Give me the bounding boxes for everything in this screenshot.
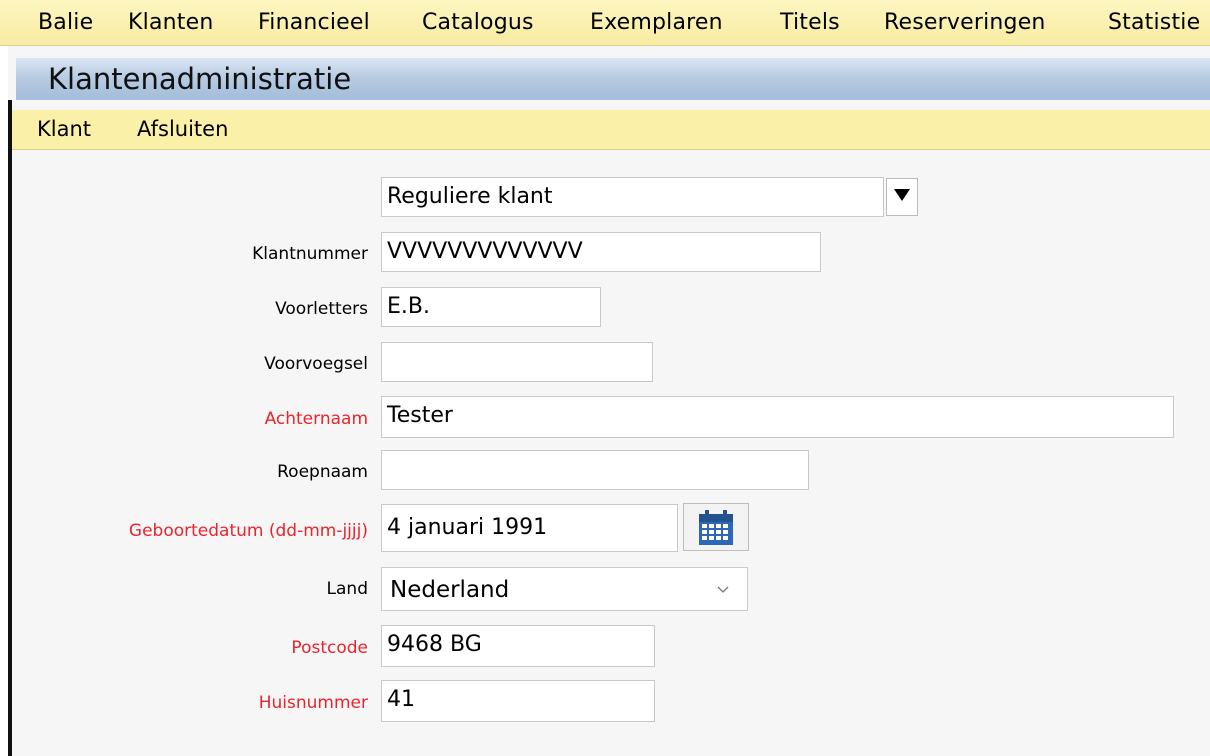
achternaam-label: Achternaam xyxy=(264,409,368,429)
huisnummer-label: Huisnummer xyxy=(258,693,368,713)
klant-type-dropdown-button[interactable] xyxy=(886,178,918,216)
calendar-icon xyxy=(699,510,733,545)
postcode-field[interactable]: 9468 BG xyxy=(381,625,655,667)
menu-item-titels[interactable]: Titels xyxy=(780,9,840,37)
sub-menu-bar: Klant Afsluiten xyxy=(12,110,1210,150)
voorletters-field[interactable]: E.B. xyxy=(381,287,601,327)
window-left-margin xyxy=(0,46,8,756)
menu-item-catalogus[interactable]: Catalogus xyxy=(422,9,534,37)
menu-item-klanten[interactable]: Klanten xyxy=(128,9,213,37)
roepnaam-field[interactable] xyxy=(381,450,809,490)
klant-type-select[interactable]: Reguliere klant xyxy=(381,177,884,217)
land-select-value: Nederland xyxy=(390,577,510,603)
klantnummer-field[interactable]: VVVVVVVVVVVVV xyxy=(381,232,821,272)
submenu-item-klant[interactable]: Klant xyxy=(37,115,91,143)
klantnummer-label: Klantnummer xyxy=(252,244,368,264)
menu-item-statistiek[interactable]: Statistie xyxy=(1108,9,1200,37)
geboortedatum-label: Geboortedatum (dd-mm-jjjj) xyxy=(128,521,368,541)
achternaam-field[interactable]: Tester xyxy=(381,396,1174,438)
huisnummer-field[interactable]: 41 xyxy=(381,680,655,722)
geboortedatum-field[interactable]: 4 januari 1991 xyxy=(381,504,678,552)
submenu-item-afsluiten[interactable]: Afsluiten xyxy=(137,115,228,143)
menu-item-balie[interactable]: Balie xyxy=(38,9,93,37)
land-label: Land xyxy=(326,579,368,599)
calendar-button[interactable] xyxy=(683,503,749,551)
menu-item-reserveringen[interactable]: Reserveringen xyxy=(884,9,1046,37)
main-menu-bar: Balie Klanten Financieel Catalogus Exemp… xyxy=(0,0,1210,46)
land-select[interactable]: Nederland xyxy=(381,567,748,611)
voorvoegsel-field[interactable] xyxy=(381,342,653,382)
menu-item-exemplaren[interactable]: Exemplaren xyxy=(590,9,723,37)
voorletters-label: Voorletters xyxy=(275,299,368,319)
triangle-down-icon xyxy=(894,189,910,201)
window-title-bar: Klantenadministratie xyxy=(16,58,1210,100)
menu-item-financieel[interactable]: Financieel xyxy=(258,9,370,37)
window-title: Klantenadministratie xyxy=(48,62,352,96)
chevron-down-icon xyxy=(717,586,729,593)
voorvoegsel-label: Voorvoegsel xyxy=(264,354,368,374)
postcode-label: Postcode xyxy=(291,638,368,658)
roepnaam-label: Roepnaam xyxy=(277,462,368,482)
